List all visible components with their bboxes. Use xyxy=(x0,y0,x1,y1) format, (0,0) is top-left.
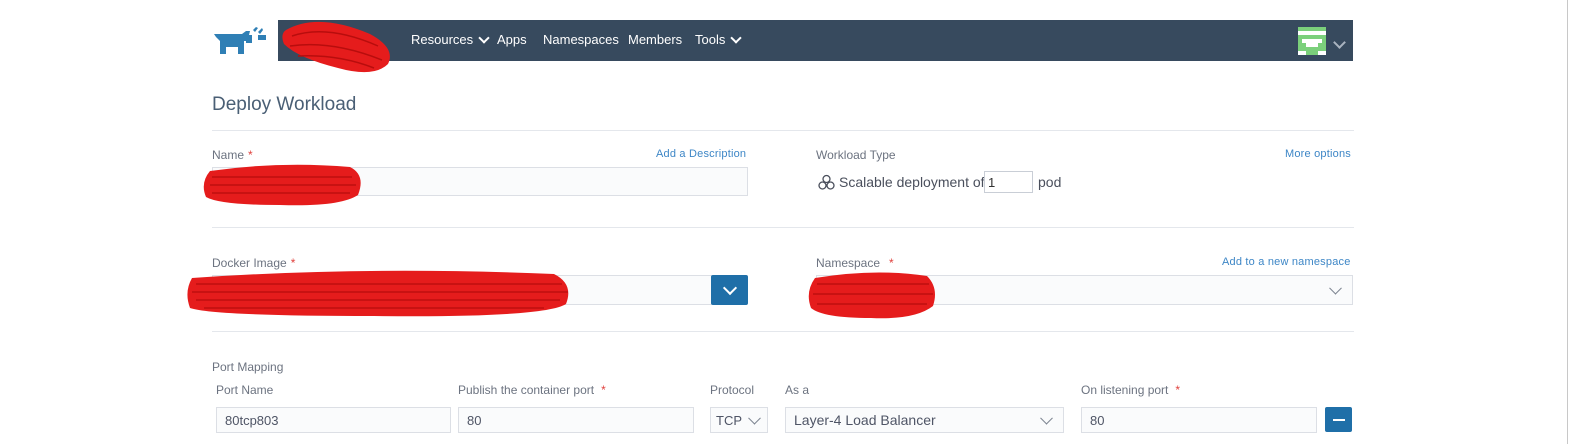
name-label: Name * xyxy=(212,148,253,162)
port-mapping-title: Port Mapping xyxy=(212,360,284,374)
protocol-header: Protocol xyxy=(710,383,755,397)
nav-resources[interactable]: Resources xyxy=(411,31,490,47)
docker-image-dropdown-button[interactable] xyxy=(711,275,748,305)
deployment-icon xyxy=(818,174,835,190)
redaction-scribble xyxy=(203,164,361,206)
port-name-input[interactable]: 80tcp803 xyxy=(216,407,451,433)
redaction-scribble xyxy=(187,270,569,317)
chevron-down-icon xyxy=(722,280,737,296)
port-name-header: Port Name xyxy=(216,383,274,397)
workload-type-label: Workload Type xyxy=(816,148,896,162)
divider xyxy=(212,130,1354,131)
chevron-down-icon xyxy=(730,31,743,44)
nav-apps[interactable]: Apps xyxy=(497,32,527,47)
publish-port-input[interactable]: 80 xyxy=(458,407,694,433)
nav-namespaces-label: Namespaces xyxy=(543,32,619,47)
service-type-select[interactable]: Layer-4 Load Balancer xyxy=(785,407,1064,433)
listening-port-input[interactable]: 80 xyxy=(1081,407,1317,433)
scalable-deployment-text: Scalable deployment of xyxy=(839,174,985,190)
chevron-down-icon xyxy=(478,31,490,44)
redaction-scribble xyxy=(808,272,935,319)
user-avatar-icon[interactable] xyxy=(1298,27,1326,55)
divider xyxy=(212,227,1354,228)
add-namespace-link[interactable]: Add to a new namespace xyxy=(1222,256,1351,268)
more-options-link[interactable]: More options xyxy=(1285,148,1351,160)
nav-tools-label: Tools xyxy=(695,32,726,47)
top-navbar: Resources Apps Namespaces Members Tools xyxy=(278,20,1353,73)
listening-port-header: On listening port * xyxy=(1081,383,1181,397)
add-description-link[interactable]: Add a Description xyxy=(656,148,746,160)
divider xyxy=(212,331,1354,332)
nav-resources-label: Resources xyxy=(411,32,474,47)
chevron-down-icon xyxy=(1040,411,1053,425)
pod-count-input[interactable]: 1 xyxy=(984,171,1033,193)
publish-port-header: Publish the container port * xyxy=(458,383,606,397)
pod-unit-label: pod xyxy=(1038,174,1062,190)
as-a-header: As a xyxy=(785,383,810,397)
page-title: Deploy Workload xyxy=(212,94,357,115)
rancher-logo-icon[interactable] xyxy=(212,26,268,56)
nav-tools[interactable]: Tools xyxy=(695,31,743,47)
protocol-select[interactable]: TCP xyxy=(710,407,768,433)
chevron-down-icon xyxy=(1329,281,1342,295)
remove-port-button[interactable] xyxy=(1325,407,1352,432)
avatar-chevron-down-icon[interactable] xyxy=(1332,34,1346,52)
redaction-scribble xyxy=(282,21,390,73)
window-edge xyxy=(1567,0,1568,444)
nav-members-label: Members xyxy=(628,32,683,47)
nav-apps-label: Apps xyxy=(497,32,527,47)
nav-members[interactable]: Members xyxy=(628,32,682,47)
minus-icon xyxy=(1332,418,1345,421)
chevron-down-icon xyxy=(748,411,761,425)
nav-namespaces[interactable]: Namespaces xyxy=(543,32,619,47)
